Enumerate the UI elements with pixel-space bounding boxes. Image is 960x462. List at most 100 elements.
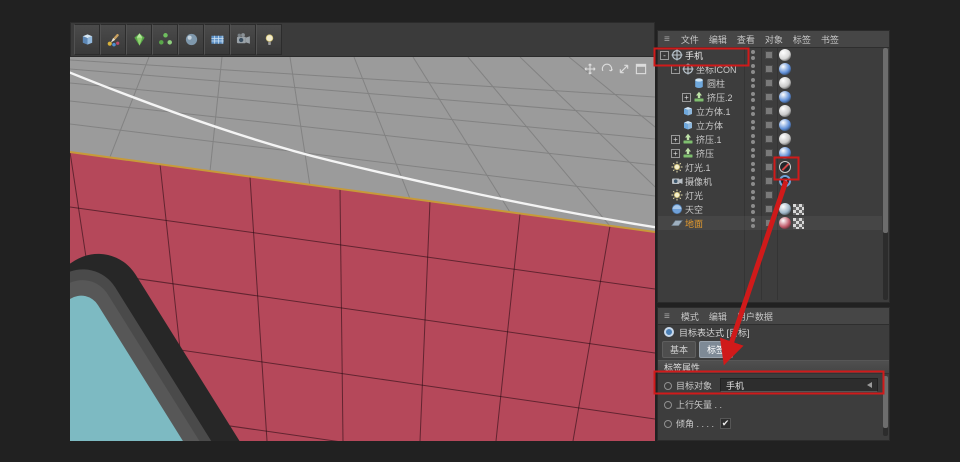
visibility-dots[interactable] <box>748 50 758 60</box>
object-row[interactable]: - 手机 <box>658 48 882 62</box>
object-row[interactable]: 灯光.1 <box>658 160 882 174</box>
param-anim-icon[interactable] <box>664 382 672 390</box>
enable-toggle[interactable] <box>765 51 773 59</box>
enable-toggle[interactable] <box>765 177 773 185</box>
object-row[interactable]: +挤压 <box>658 146 882 160</box>
visibility-dots[interactable] <box>748 218 758 228</box>
camera-tool[interactable] <box>230 24 256 55</box>
material-thumbnail[interactable] <box>779 217 791 229</box>
object-row[interactable]: 立方体.1 <box>658 104 882 118</box>
object-row-label: 手机 <box>685 49 703 62</box>
zoom-icon[interactable] <box>618 62 630 74</box>
picker-arrow-icon[interactable] <box>867 382 872 388</box>
material-thumbnail[interactable] <box>779 91 791 103</box>
material-thumbnail[interactable] <box>779 203 791 215</box>
object-row[interactable]: 地面 <box>658 216 882 230</box>
enable-toggle[interactable] <box>765 219 773 227</box>
pan-icon[interactable] <box>584 62 596 74</box>
material-thumbnail[interactable] <box>779 77 791 89</box>
object-tree-cell: +挤压.1 <box>671 132 722 146</box>
param-label: 倾角 . . . . <box>676 417 714 430</box>
menu-item-2[interactable]: 查看 <box>737 33 755 46</box>
sphere-tool[interactable] <box>178 24 204 55</box>
orbit-icon[interactable] <box>601 62 613 74</box>
panel-menu-icon[interactable]: ≡ <box>664 34 670 45</box>
visibility-dots[interactable] <box>748 134 758 144</box>
scrollbar-thumb[interactable] <box>883 376 888 428</box>
material-thumbnail[interactable] <box>779 119 791 131</box>
param-anim-icon[interactable] <box>664 420 672 428</box>
menu-item-2[interactable]: 用户数据 <box>737 310 773 323</box>
object-row[interactable]: 灯光 <box>658 188 882 202</box>
visibility-dots[interactable] <box>748 162 758 172</box>
visibility-dots[interactable] <box>748 190 758 200</box>
enable-toggle[interactable] <box>765 65 773 73</box>
menu-item-4[interactable]: 标签 <box>793 33 811 46</box>
texture-tag-icon[interactable] <box>793 218 804 229</box>
paintbrush-tool[interactable] <box>100 24 126 55</box>
visibility-dots[interactable] <box>748 106 758 116</box>
object-row[interactable]: -坐标ICON <box>658 62 882 76</box>
enable-toggle[interactable] <box>765 107 773 115</box>
visibility-dots[interactable] <box>748 92 758 102</box>
expander-toggle[interactable]: - <box>671 65 680 74</box>
menu-item-1[interactable]: 编辑 <box>709 33 727 46</box>
menu-item-5[interactable]: 书签 <box>821 33 839 46</box>
3d-viewport[interactable] <box>70 57 655 441</box>
object-manager-scrollbar[interactable] <box>883 48 888 300</box>
cube-tool[interactable] <box>74 24 100 55</box>
material-thumbnail[interactable] <box>779 105 791 117</box>
texture-tag-icon[interactable] <box>793 204 804 215</box>
camera-object-icon <box>671 175 683 187</box>
menu-item-0[interactable]: 文件 <box>681 33 699 46</box>
material-thumbnail[interactable] <box>779 133 791 145</box>
enable-toggle[interactable] <box>765 191 773 199</box>
protection-tag-icon[interactable] <box>779 175 791 187</box>
object-row[interactable]: +挤压.1 <box>658 132 882 146</box>
light-tool[interactable] <box>256 24 282 55</box>
checkbox[interactable]: ✔ <box>720 418 731 429</box>
object-link-field[interactable]: 手机 <box>720 378 878 392</box>
plane-tool[interactable] <box>204 24 230 55</box>
maximize-icon[interactable] <box>635 62 647 74</box>
array-tool[interactable] <box>152 24 178 55</box>
enable-toggle[interactable] <box>765 205 773 213</box>
enable-toggle[interactable] <box>765 93 773 101</box>
expander-toggle[interactable]: + <box>671 149 680 158</box>
tab-0[interactable]: 基本 <box>662 341 696 358</box>
visibility-dots[interactable] <box>748 120 758 130</box>
object-row[interactable]: 摄像机 <box>658 174 882 188</box>
expander-toggle[interactable]: - <box>660 51 669 60</box>
material-thumbnail[interactable] <box>779 63 791 75</box>
menu-item-0[interactable]: 模式 <box>681 310 699 323</box>
menu-item-1[interactable]: 编辑 <box>709 310 727 323</box>
visibility-dots[interactable] <box>748 204 758 214</box>
tab-1[interactable]: 标签 <box>699 341 733 358</box>
enable-toggle[interactable] <box>765 121 773 129</box>
object-row[interactable]: 立方体 <box>658 118 882 132</box>
expander-toggle[interactable]: + <box>682 93 691 102</box>
object-row[interactable]: +挤压.2 <box>658 90 882 104</box>
attribute-manager-scrollbar[interactable] <box>883 376 888 436</box>
material-thumbnail[interactable] <box>779 147 791 159</box>
tag-list <box>779 63 791 75</box>
material-thumbnail[interactable] <box>779 49 791 61</box>
object-row[interactable]: 圆柱 <box>658 76 882 90</box>
enable-toggle[interactable] <box>765 135 773 143</box>
visibility-dots[interactable] <box>748 148 758 158</box>
param-anim-icon[interactable] <box>664 401 672 409</box>
enable-toggle[interactable] <box>765 163 773 171</box>
enable-toggle[interactable] <box>765 79 773 87</box>
scrollbar-thumb[interactable] <box>883 48 888 233</box>
panel-menu-icon[interactable]: ≡ <box>664 311 670 322</box>
menu-item-3[interactable]: 对象 <box>765 33 783 46</box>
indent-spacer <box>660 191 669 200</box>
visibility-dots[interactable] <box>748 176 758 186</box>
visibility-dots[interactable] <box>748 78 758 88</box>
enable-toggle[interactable] <box>765 149 773 157</box>
expander-toggle[interactable]: + <box>671 135 680 144</box>
object-row[interactable]: 天空 <box>658 202 882 216</box>
visibility-dots[interactable] <box>748 64 758 74</box>
target-tag-icon[interactable] <box>779 161 791 173</box>
diamond-tool[interactable] <box>126 24 152 55</box>
